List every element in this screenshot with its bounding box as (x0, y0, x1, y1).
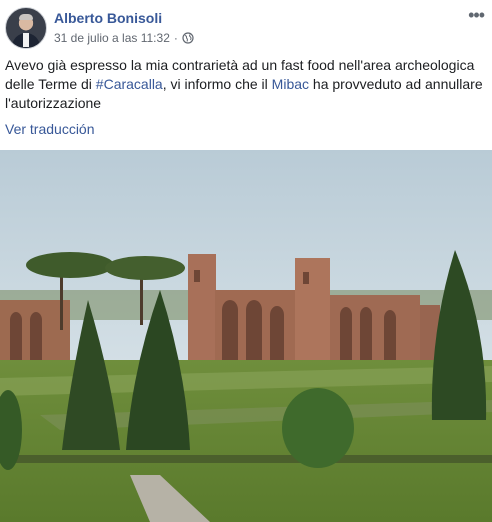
post-timestamp[interactable]: 31 de julio a las 11:32 (54, 31, 170, 45)
baths-of-caracalla-photo (0, 150, 492, 522)
post-text-middle: , vi informo che il (162, 76, 272, 92)
globe-icon[interactable] (182, 32, 194, 44)
meta-separator: · (173, 31, 178, 45)
post-photo[interactable] (0, 150, 492, 522)
more-options-icon[interactable]: ••• (468, 6, 485, 24)
avatar-hair (19, 14, 33, 20)
author-avatar[interactable] (5, 7, 47, 49)
avatar-shirt (23, 33, 29, 47)
post-header: Alberto Bonisoli 31 de julio a las 11:32… (0, 0, 492, 52)
post-meta: 31 de julio a las 11:32 · (54, 31, 194, 45)
mention-link[interactable]: Mibac (272, 76, 309, 92)
see-translation-link[interactable]: Ver traducción (5, 121, 95, 137)
post-text: Avevo già espresso la mia contrarietà ad… (5, 56, 487, 113)
facebook-post: Alberto Bonisoli 31 de julio a las 11:32… (0, 0, 492, 522)
author-name[interactable]: Alberto Bonisoli (54, 10, 162, 26)
hashtag-link[interactable]: #Caracalla (96, 76, 163, 92)
hedge-row (0, 455, 492, 463)
